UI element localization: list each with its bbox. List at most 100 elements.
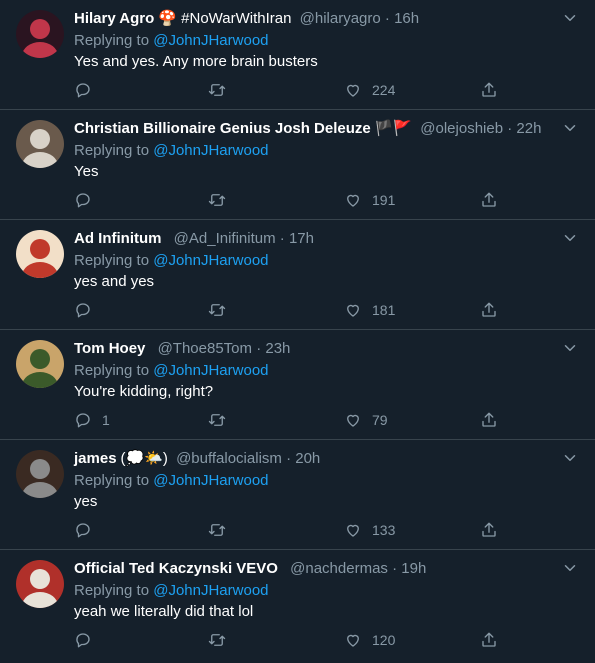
- reply-icon: [76, 413, 90, 428]
- retweet-button[interactable]: [208, 409, 226, 431]
- retweet-button[interactable]: [208, 629, 226, 651]
- more-options-button[interactable]: [561, 339, 579, 357]
- avatar[interactable]: [16, 10, 64, 58]
- retweet-icon: [208, 304, 226, 316]
- reply-count: 1: [102, 412, 110, 428]
- separator-dot: ·: [286, 450, 292, 467]
- like-button[interactable]: 79: [344, 409, 388, 431]
- retweet-icon: [208, 84, 226, 96]
- timestamp[interactable]: 20h: [295, 450, 320, 467]
- user-handle[interactable]: @Ad_Inifinitum: [174, 230, 276, 247]
- timestamp[interactable]: 23h: [265, 340, 290, 357]
- share-button[interactable]: [480, 79, 498, 101]
- like-button[interactable]: 133: [344, 519, 395, 541]
- like-button[interactable]: 191: [344, 189, 395, 211]
- avatar[interactable]: [16, 230, 64, 278]
- reply-button[interactable]: [74, 629, 102, 651]
- replying-to-label: Replying to: [74, 252, 150, 269]
- tweet-text: yes and yes: [74, 273, 155, 290]
- share-button[interactable]: [480, 629, 498, 651]
- user-handle[interactable]: @buffalocialism: [176, 450, 282, 467]
- timestamp[interactable]: 17h: [289, 230, 314, 247]
- mention-link[interactable]: @JohnJHarwood: [153, 362, 268, 379]
- tweet-header: Official Ted Kaczynski VEVO @nachdermas …: [74, 559, 555, 579]
- reply-button[interactable]: [74, 299, 102, 321]
- user-handle[interactable]: @hilaryagro: [300, 10, 381, 27]
- avatar-image: [16, 560, 64, 608]
- replying-to: Replying to @JohnJHarwood: [74, 361, 269, 381]
- timestamp[interactable]: 19h: [401, 560, 426, 577]
- reply-icon: [76, 193, 90, 208]
- timestamp[interactable]: 22h: [516, 120, 541, 137]
- retweet-icon: [208, 634, 226, 646]
- tweet-header: james (💭🌤️) @buffalocialism · 20h: [74, 449, 555, 469]
- like-button[interactable]: 181: [344, 299, 395, 321]
- retweet-button[interactable]: [208, 519, 226, 541]
- display-name[interactable]: Hilary Agro: [74, 10, 154, 27]
- share-button[interactable]: [480, 189, 498, 211]
- retweet-button[interactable]: [208, 189, 226, 211]
- like-button[interactable]: 120: [344, 629, 395, 651]
- mention-link[interactable]: @JohnJHarwood: [153, 32, 268, 49]
- tweet-header: Hilary Agro 🍄 #NoWarWithIran @hilaryagro …: [74, 9, 555, 29]
- share-button[interactable]: [480, 299, 498, 321]
- avatar[interactable]: [16, 560, 64, 608]
- retweet-button[interactable]: [208, 299, 226, 321]
- share-icon: [482, 192, 496, 207]
- tweet[interactable]: james (💭🌤️) @buffalocialism · 20h Replyin…: [0, 440, 595, 550]
- avatar-image: [16, 120, 64, 168]
- display-name[interactable]: james: [74, 450, 117, 467]
- more-options-button[interactable]: [561, 9, 579, 27]
- tweet[interactable]: Tom Hoey @Thoe85Tom · 23h Replying to @J…: [0, 330, 595, 440]
- reply-icon: [76, 633, 90, 648]
- like-icon: [347, 84, 359, 97]
- like-button[interactable]: 224: [344, 79, 395, 101]
- replying-to-label: Replying to: [74, 472, 150, 489]
- separator-dot: ·: [392, 560, 398, 577]
- mention-link[interactable]: @JohnJHarwood: [153, 582, 268, 599]
- replying-to-label: Replying to: [74, 582, 150, 599]
- timestamp[interactable]: 16h: [394, 10, 419, 27]
- user-handle[interactable]: @nachdermas: [290, 560, 388, 577]
- tweet-actions: 1 79: [74, 409, 514, 431]
- reply-button[interactable]: [74, 189, 102, 211]
- retweet-button[interactable]: [208, 79, 226, 101]
- replying-to: Replying to @JohnJHarwood: [74, 471, 269, 491]
- tweet[interactable]: Ad Infinitum @Ad_Inifinitum · 17h Replyi…: [0, 220, 595, 330]
- more-options-button[interactable]: [561, 449, 579, 467]
- like-count: 191: [372, 192, 396, 208]
- user-handle[interactable]: @Thoe85Tom: [158, 340, 252, 357]
- user-handle[interactable]: @olejoshieb: [420, 120, 503, 137]
- tweet-actions: 191: [74, 189, 514, 211]
- reply-icon: [76, 303, 90, 318]
- tweet[interactable]: Official Ted Kaczynski VEVO @nachdermas …: [0, 550, 595, 660]
- more-options-button[interactable]: [561, 119, 579, 137]
- mention-link[interactable]: @JohnJHarwood: [153, 252, 268, 269]
- display-name[interactable]: Ad Infinitum: [74, 230, 161, 247]
- more-options-button[interactable]: [561, 559, 579, 577]
- caret-down-icon: [564, 455, 576, 461]
- tweet[interactable]: Christian Billionaire Genius Josh Deleuz…: [0, 110, 595, 220]
- tweet-actions: 120: [74, 629, 514, 651]
- mention-link[interactable]: @JohnJHarwood: [153, 472, 268, 489]
- replying-to: Replying to @JohnJHarwood: [74, 141, 269, 161]
- avatar[interactable]: [16, 450, 64, 498]
- display-name[interactable]: Tom Hoey: [74, 340, 145, 357]
- tweet[interactable]: Hilary Agro 🍄 #NoWarWithIran @hilaryagro …: [0, 0, 595, 110]
- share-button[interactable]: [480, 519, 498, 541]
- display-name[interactable]: Official Ted Kaczynski VEVO: [74, 560, 278, 577]
- separator-dot: ·: [507, 120, 513, 137]
- display-name[interactable]: Christian Billionaire Genius Josh Deleuz…: [74, 120, 371, 137]
- like-count: 133: [372, 522, 396, 538]
- avatar[interactable]: [16, 340, 64, 388]
- reply-button[interactable]: 1: [74, 409, 110, 431]
- more-options-button[interactable]: [561, 229, 579, 247]
- display-name-extra: 🍄 #NoWarWithIran: [158, 10, 292, 27]
- share-button[interactable]: [480, 409, 498, 431]
- mention-link[interactable]: @JohnJHarwood: [153, 142, 268, 159]
- caret-down-icon: [564, 15, 576, 21]
- reply-button[interactable]: [74, 519, 102, 541]
- reply-button[interactable]: [74, 79, 102, 101]
- tweet-text: You're kidding, right?: [74, 383, 214, 400]
- avatar[interactable]: [16, 120, 64, 168]
